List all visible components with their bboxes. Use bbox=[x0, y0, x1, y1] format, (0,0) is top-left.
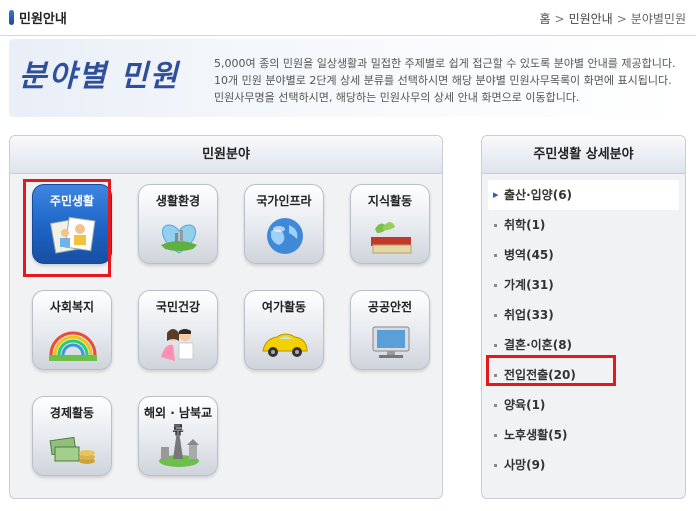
category-label: 공공안전 bbox=[367, 300, 413, 314]
category-tile-social-welfare[interactable]: 사회복지 bbox=[32, 290, 112, 370]
category-tile-national-infra[interactable]: 국가인프라 bbox=[244, 184, 324, 264]
category-tile-overseas-inter-korean[interactable]: 해외 · 남북교류 bbox=[138, 396, 218, 476]
subcategory-panel-title: 주민생활 상세분야 bbox=[482, 136, 685, 174]
couple-icon bbox=[161, 329, 194, 361]
selection-highlight bbox=[23, 179, 111, 277]
banner-logo: 분야별 민원 bbox=[19, 59, 180, 94]
subcategory-item[interactable]: 사망(9) bbox=[482, 450, 685, 480]
category-tile-knowledge-activity[interactable]: 지식활동 bbox=[350, 184, 430, 264]
banner-line: 5,000여 종의 민원을 일상생활과 밀접한 주제별로 쉽게 접근할 수 있도… bbox=[214, 57, 676, 70]
category-panel-title: 민원분야 bbox=[10, 136, 442, 174]
subcategory-panel: 주민생활 상세분야 출산·입양(6) 취학(1) 병역(45) 가계(31) 취… bbox=[481, 135, 686, 499]
subcategory-item[interactable]: 취학(1) bbox=[482, 210, 685, 240]
category-tile-living-environment[interactable]: 생활환경 bbox=[138, 184, 218, 264]
banner-description: 5,000여 종의 민원을 일상생활과 밀접한 주제별로 쉽게 접근할 수 있도… bbox=[214, 55, 684, 106]
banner-line: 민원사무명을 선택하시면, 해당하는 민원사무의 상세 안내 화면으로 이동합니… bbox=[214, 91, 580, 104]
globe-icon bbox=[267, 218, 303, 254]
category-label: 지식활동 bbox=[367, 194, 413, 208]
breadcrumb: 홈 > 민원안내 > 분야별민원 bbox=[539, 10, 686, 27]
subcategory-item[interactable]: 노후생활(5) bbox=[482, 420, 685, 450]
car-icon bbox=[262, 333, 308, 357]
subcategory-item[interactable]: 출산·입양(6) bbox=[488, 180, 679, 210]
breadcrumb-current: 분야별민원 bbox=[630, 12, 686, 26]
category-tile-leisure[interactable]: 여가활동 bbox=[244, 290, 324, 370]
rainbow-icon bbox=[49, 331, 97, 361]
subcategory-item[interactable]: 병역(45) bbox=[482, 240, 685, 270]
category-label: 경제활동 bbox=[49, 406, 95, 420]
category-label: 국민건강 bbox=[155, 300, 201, 314]
category-tile-economic-activity[interactable]: 경제활동 bbox=[32, 396, 112, 476]
category-label: 사회복지 bbox=[49, 300, 95, 314]
category-label: 국가인프라 bbox=[256, 194, 312, 208]
monitor-icon bbox=[372, 326, 410, 358]
intro-banner: 분야별 민원 5,000여 종의 민원을 일상생활과 밀접한 주제별로 쉽게 접… bbox=[9, 39, 687, 117]
breadcrumb-home[interactable]: 홈 bbox=[539, 10, 550, 27]
heart-landscape-icon bbox=[161, 224, 197, 254]
subcategory-item[interactable]: 취업(33) bbox=[482, 300, 685, 330]
item-highlight bbox=[486, 355, 616, 386]
money-icon bbox=[49, 436, 95, 464]
subcategory-list: 출산·입양(6) 취학(1) 병역(45) 가계(31) 취업(33) 결혼·이… bbox=[482, 174, 685, 480]
landmark-globe-icon bbox=[159, 431, 199, 467]
banner-line: 10개 민원 분야별로 2단계 상세 분류를 선택하시면 해당 분야별 민원사무… bbox=[214, 74, 672, 87]
chevron-right-icon: > bbox=[554, 11, 565, 26]
category-tile-public-health[interactable]: 국민건강 bbox=[138, 290, 218, 370]
subcategory-item[interactable]: 가계(31) bbox=[482, 270, 685, 300]
chevron-right-icon: > bbox=[616, 11, 627, 26]
book-icon bbox=[371, 222, 412, 254]
page-title: 민원안내 bbox=[19, 12, 67, 27]
category-label: 여가활동 bbox=[261, 300, 307, 314]
category-label: 생활환경 bbox=[155, 194, 201, 208]
page-header: 민원안내 홈 > 민원안내 > 분야별민원 bbox=[0, 0, 696, 36]
subcategory-item[interactable]: 양육(1) bbox=[482, 390, 685, 420]
title-marker-icon bbox=[9, 10, 14, 25]
category-tile-public-safety[interactable]: 공공안전 bbox=[350, 290, 430, 370]
breadcrumb-section[interactable]: 민원안내 bbox=[569, 10, 613, 27]
